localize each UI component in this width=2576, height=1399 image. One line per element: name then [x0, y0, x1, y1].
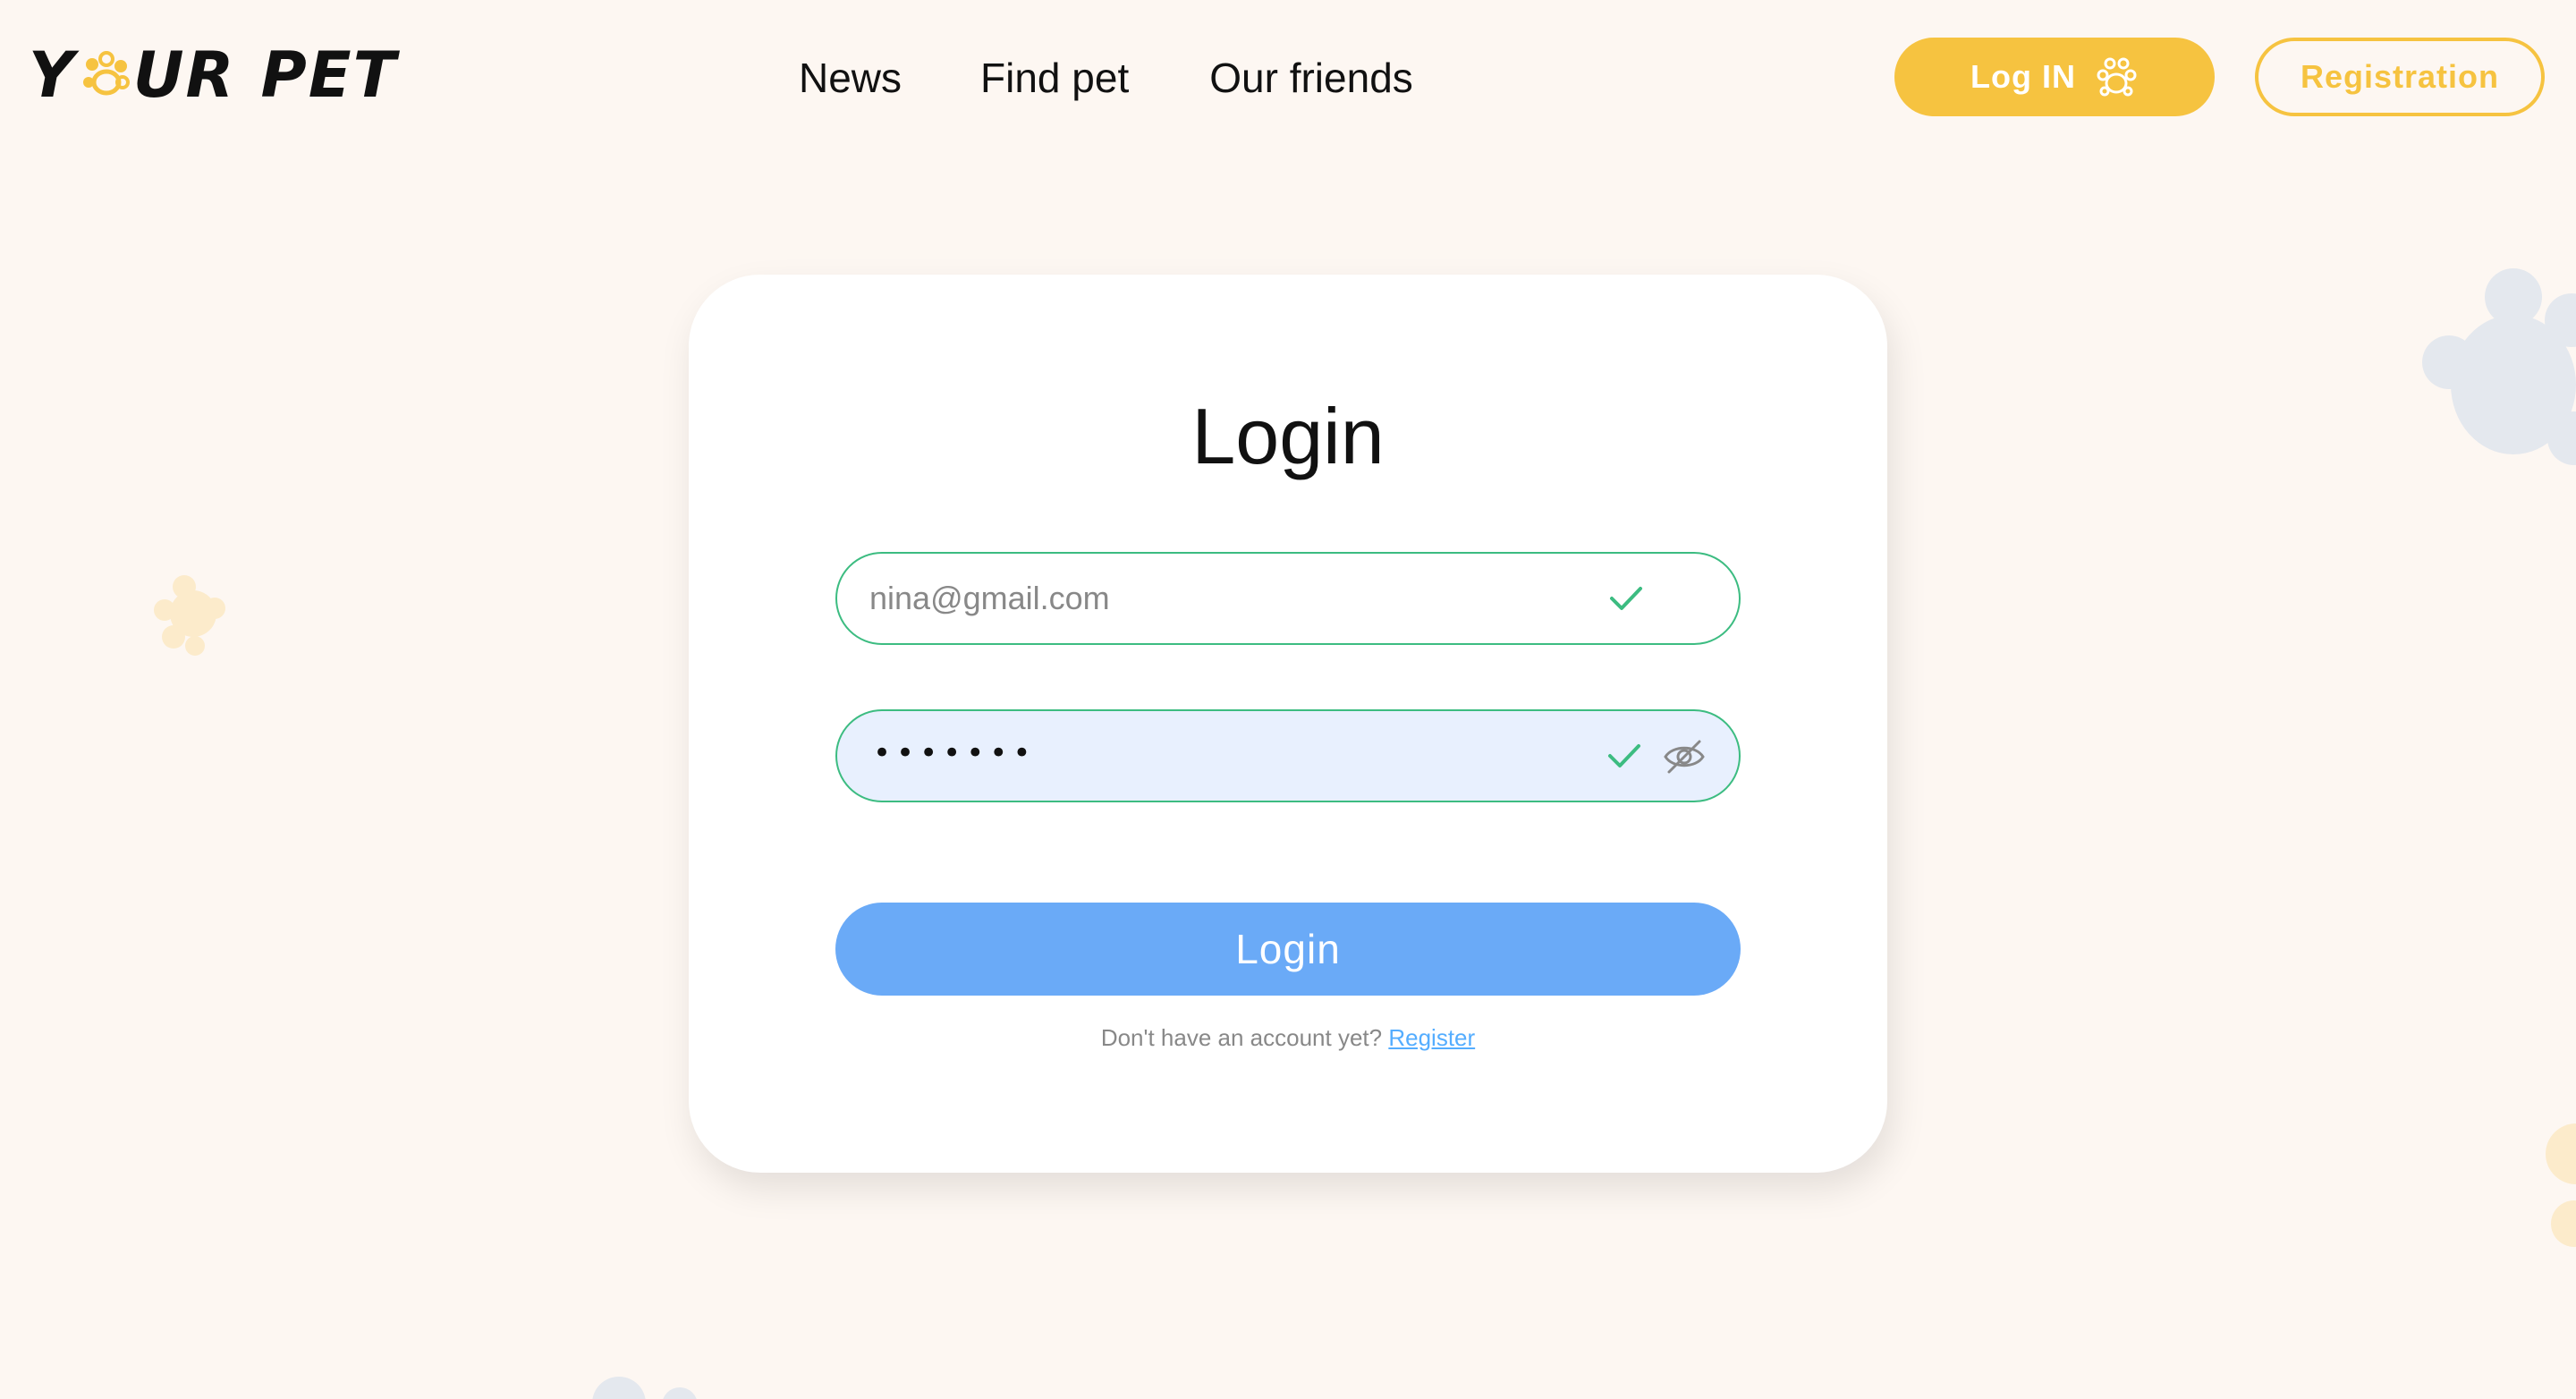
- password-field[interactable]: •••••••: [835, 709, 1741, 802]
- logo[interactable]: Y UR PET: [29, 43, 397, 107]
- registration-button[interactable]: Registration: [2255, 38, 2545, 116]
- login-button-label: Log IN: [1970, 58, 2076, 95]
- eye-off-icon[interactable]: [1662, 734, 1707, 779]
- paw-decoration-icon: [592, 1377, 697, 1399]
- register-prompt: Don't have an account yet? Register: [689, 1024, 1887, 1052]
- paw-decoration-icon: [154, 575, 225, 656]
- logo-word-your-end: UR: [132, 38, 236, 112]
- nav-news[interactable]: News: [799, 54, 902, 102]
- paw-icon: [2097, 57, 2137, 97]
- login-card: Login nina@gmail.com ••••••• Login Don't…: [689, 275, 1887, 1173]
- register-prompt-text: Don't have an account yet?: [1100, 1024, 1383, 1051]
- login-submit-label: Login: [1235, 926, 1341, 972]
- password-value: •••••••: [873, 735, 1037, 771]
- email-field[interactable]: nina@gmail.com: [835, 552, 1741, 645]
- paw-decoration-icon: [2422, 268, 2576, 465]
- logo-letter: Y: [29, 38, 76, 112]
- login-button[interactable]: Log IN: [1894, 38, 2215, 116]
- nav-our-friends[interactable]: Our friends: [1209, 54, 1413, 102]
- email-value: nina@gmail.com: [869, 580, 1110, 616]
- main-nav: News Find pet Our friends: [799, 47, 1413, 109]
- login-page: Y UR PET News Find pet Our friends Log I…: [0, 0, 2576, 1399]
- check-icon: [1610, 587, 1642, 610]
- register-link[interactable]: Register: [1388, 1024, 1475, 1051]
- paw-decoration-icon: [2546, 1123, 2576, 1247]
- registration-button-label: Registration: [2300, 58, 2500, 95]
- login-submit-button[interactable]: Login: [835, 903, 1741, 996]
- check-icon: [1608, 744, 1640, 767]
- paw-logo-icon: [82, 51, 130, 96]
- logo-word-pet: PET: [260, 38, 398, 112]
- login-title: Login: [1191, 392, 1385, 480]
- nav-find-pet[interactable]: Find pet: [980, 54, 1129, 102]
